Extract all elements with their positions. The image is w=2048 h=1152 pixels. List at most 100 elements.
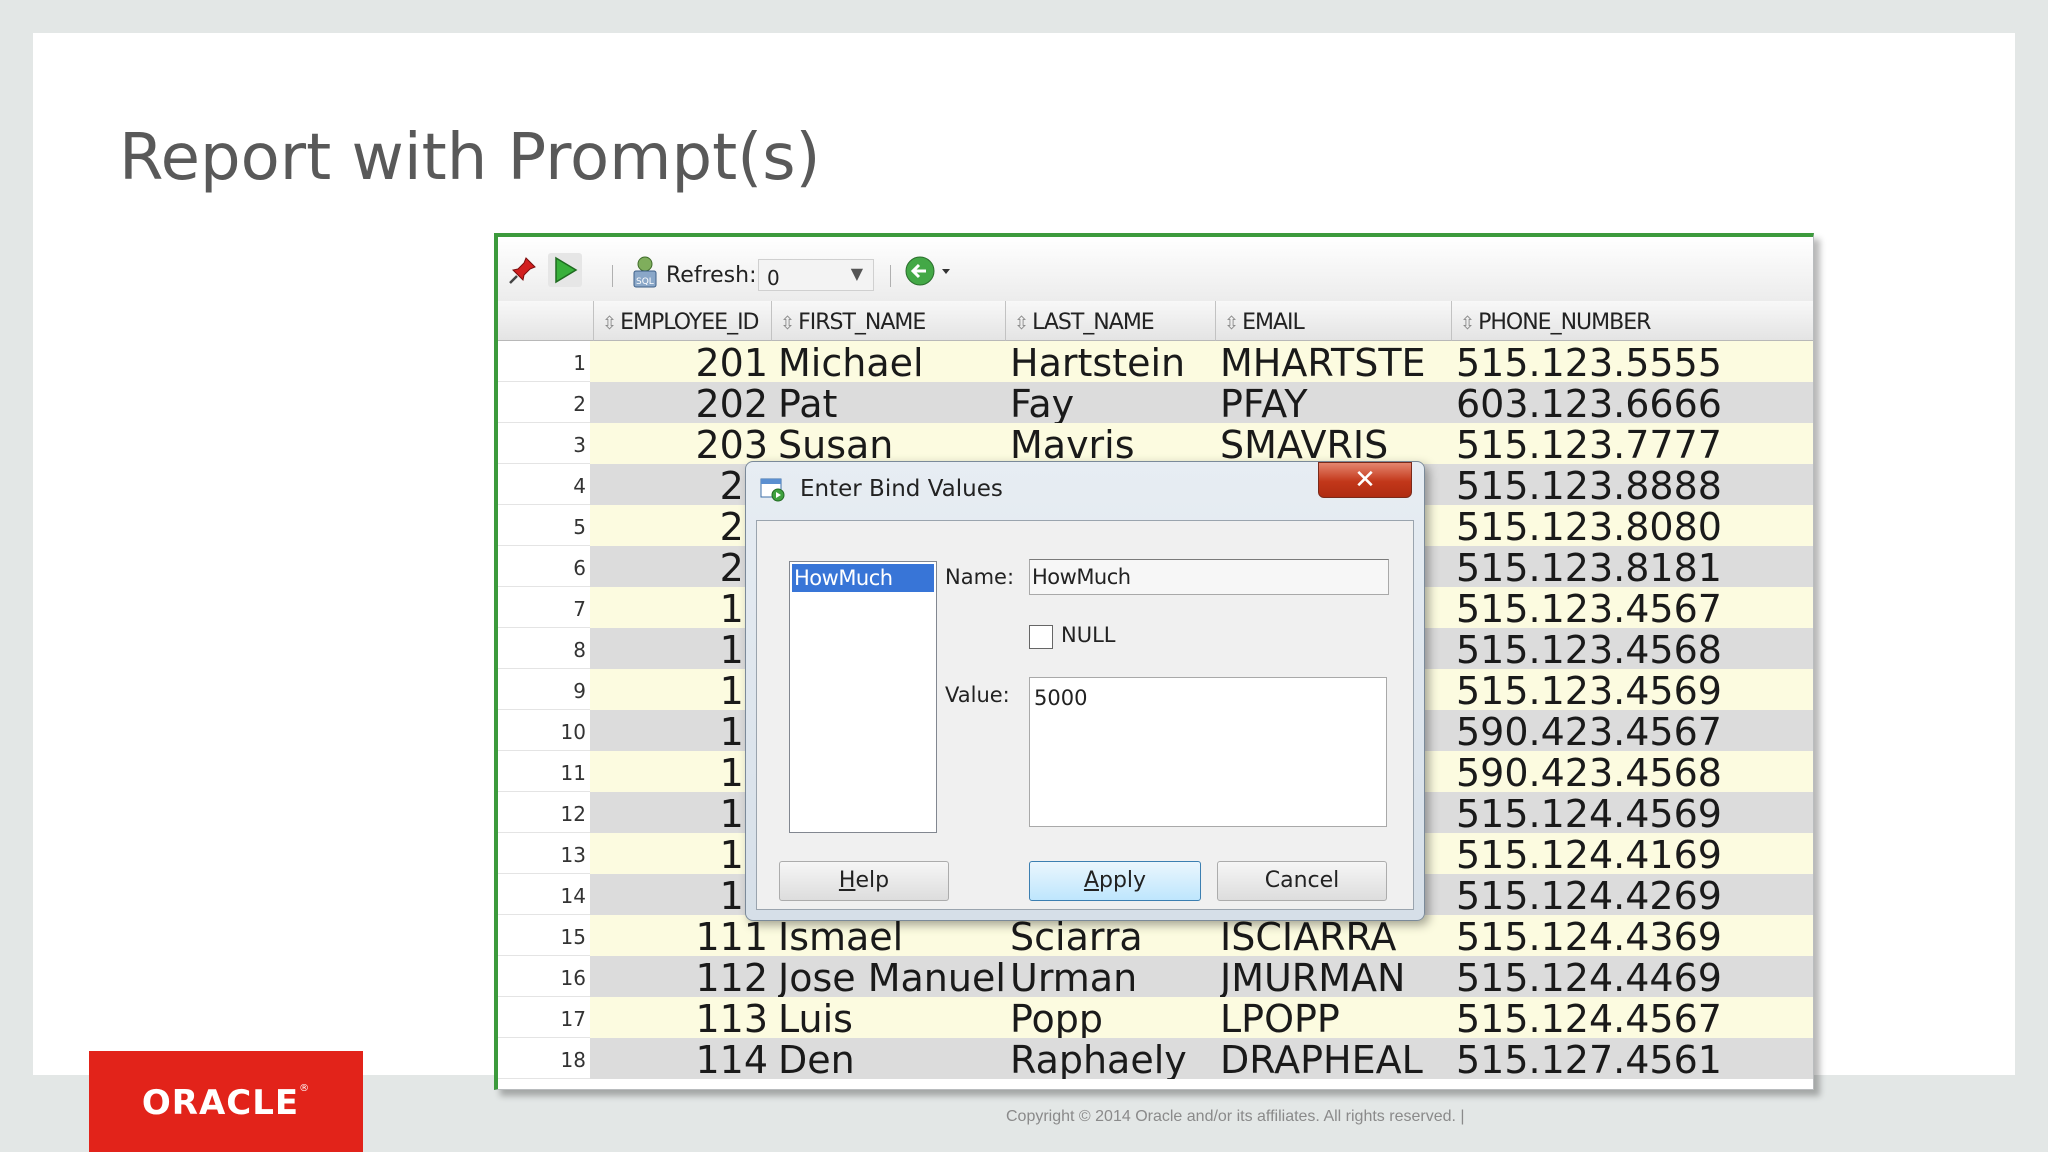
table-row[interactable]: 16 112 Jose Manuel Urman JMURMAN 515.124.4469 xyxy=(498,956,1813,997)
cell-first-name[interactable]: Michael xyxy=(778,341,1004,382)
run-icon[interactable] xyxy=(548,253,582,293)
apply-button[interactable]: Apply xyxy=(1029,861,1201,901)
cell-last-name[interactable]: Popp xyxy=(1010,997,1214,1038)
table-row[interactable]: 18 114 Den Raphaely DRAPHEAL 515.127.4561 xyxy=(498,1038,1813,1079)
help-button[interactable]: Help xyxy=(779,861,949,901)
cell-first-name[interactable]: Pat xyxy=(778,382,1004,423)
cell-first-name[interactable]: Susan xyxy=(778,423,1004,464)
cancel-button-label: Cancel xyxy=(1264,868,1340,893)
cell-employee-id[interactable]: 20 xyxy=(594,546,768,587)
cell-employee-id[interactable]: 10 xyxy=(594,587,768,628)
row-number: 18 xyxy=(498,1038,590,1079)
row-number: 15 xyxy=(498,915,590,956)
cell-phone-number[interactable]: 515.123.4568 xyxy=(1456,628,1812,669)
refresh-interval-select[interactable]: 0 ▼ xyxy=(758,259,874,291)
cell-phone-number[interactable]: 515.123.4567 xyxy=(1456,587,1812,628)
cell-employee-id[interactable]: 20 xyxy=(594,505,768,546)
cell-phone-number[interactable]: 515.123.8080 xyxy=(1456,505,1812,546)
cell-phone-number[interactable]: 515.124.4567 xyxy=(1456,997,1812,1038)
cell-phone-number[interactable]: 515.124.4469 xyxy=(1456,956,1812,997)
cell-employee-id[interactable]: 10 xyxy=(594,751,768,792)
cell-phone-number[interactable]: 515.127.4561 xyxy=(1456,1038,1812,1079)
cell-phone-number[interactable]: 515.124.4569 xyxy=(1456,792,1812,833)
column-header-phone-number[interactable]: ⇳ PHONE_NUMBER xyxy=(1452,301,1813,341)
row-number: 17 xyxy=(498,997,590,1038)
pin-icon[interactable] xyxy=(508,255,538,291)
cell-first-name[interactable]: Ismael xyxy=(778,915,1004,956)
column-header-employee-id[interactable]: ⇳ EMPLOYEE_ID xyxy=(594,301,772,341)
cell-last-name[interactable]: Urman xyxy=(1010,956,1214,997)
cell-email[interactable]: MHARTSTE xyxy=(1220,341,1450,382)
row-number: 7 xyxy=(498,587,590,628)
name-field[interactable]: HowMuch xyxy=(1029,559,1389,595)
cell-phone-number[interactable]: 515.124.4169 xyxy=(1456,833,1812,874)
cell-employee-id[interactable]: 10 xyxy=(594,833,768,874)
cell-first-name[interactable]: Jose Manuel xyxy=(778,956,1004,997)
cell-employee-id[interactable]: 10 xyxy=(594,792,768,833)
table-row[interactable]: 17 113 Luis Popp LPOPP 515.124.4567 xyxy=(498,997,1813,1038)
cell-employee-id[interactable]: 203 xyxy=(594,423,768,464)
cell-last-name[interactable]: Sciarra xyxy=(1010,915,1214,956)
cell-phone-number[interactable]: 590.423.4567 xyxy=(1456,710,1812,751)
cell-email[interactable]: ISCIARRA xyxy=(1220,915,1450,956)
cell-first-name[interactable]: Den xyxy=(778,1038,1004,1079)
cell-email[interactable]: DRAPHEAL xyxy=(1220,1038,1450,1079)
row-number: 8 xyxy=(498,628,590,669)
cell-phone-number[interactable]: 603.123.6666 xyxy=(1456,382,1812,423)
bind-variable-list[interactable]: HowMuch xyxy=(789,561,937,833)
null-checkbox[interactable] xyxy=(1029,625,1053,649)
cell-employee-id[interactable]: 111 xyxy=(594,915,768,956)
cell-employee-id[interactable]: 10 xyxy=(594,669,768,710)
refresh-label: Refresh: xyxy=(666,263,757,288)
slide-title: Report with Prompt(s) xyxy=(119,121,821,195)
row-number: 1 xyxy=(498,341,590,382)
cell-phone-number[interactable]: 515.123.5555 xyxy=(1456,341,1812,382)
back-arrow-icon[interactable] xyxy=(904,255,956,293)
cell-employee-id[interactable]: 11 xyxy=(594,874,768,915)
column-header-email[interactable]: ⇳ EMAIL xyxy=(1216,301,1452,341)
cell-employee-id[interactable]: 112 xyxy=(594,956,768,997)
registered-mark: ® xyxy=(299,1083,311,1094)
cell-phone-number[interactable]: 515.123.8181 xyxy=(1456,546,1812,587)
cell-employee-id[interactable]: 10 xyxy=(594,628,768,669)
cell-email[interactable]: PFAY xyxy=(1220,382,1450,423)
sort-icon: ⇳ xyxy=(780,313,795,334)
null-label: NULL xyxy=(1061,623,1116,647)
table-row[interactable]: 3 203 Susan Mavris SMAVRIS 515.123.7777 xyxy=(498,423,1813,464)
cell-phone-number[interactable]: 515.124.4369 xyxy=(1456,915,1812,956)
cell-email[interactable]: JMURMAN xyxy=(1220,956,1450,997)
cell-email[interactable]: LPOPP xyxy=(1220,997,1450,1038)
cell-last-name[interactable]: Fay xyxy=(1010,382,1214,423)
cell-employee-id[interactable]: 113 xyxy=(594,997,768,1038)
table-row[interactable]: 15 111 Ismael Sciarra ISCIARRA 515.124.4369 xyxy=(498,915,1813,956)
close-button[interactable]: ✕ xyxy=(1318,462,1412,498)
cell-employee-id[interactable]: 20 xyxy=(594,464,768,505)
cell-phone-number[interactable]: 590.423.4568 xyxy=(1456,751,1812,792)
table-row[interactable]: 2 202 Pat Fay PFAY 603.123.6666 xyxy=(498,382,1813,423)
cell-last-name[interactable]: Raphaely xyxy=(1010,1038,1214,1079)
table-row[interactable]: 1 201 Michael Hartstein MHARTSTE 515.123.5555 xyxy=(498,341,1813,382)
bind-variable-item[interactable]: HowMuch xyxy=(792,564,934,592)
cell-phone-number[interactable]: 515.123.4569 xyxy=(1456,669,1812,710)
cell-last-name[interactable]: Hartstein xyxy=(1010,341,1214,382)
column-header-first-name[interactable]: ⇳ FIRST_NAME xyxy=(772,301,1006,341)
cell-last-name[interactable]: Mavris xyxy=(1010,423,1214,464)
cell-email[interactable]: SMAVRIS xyxy=(1220,423,1450,464)
column-header-last-name[interactable]: ⇳ LAST_NAME xyxy=(1006,301,1216,341)
cell-phone-number[interactable]: 515.123.7777 xyxy=(1456,423,1812,464)
value-textarea[interactable]: 5000 xyxy=(1029,677,1387,827)
cell-first-name[interactable]: Luis xyxy=(778,997,1004,1038)
cell-employee-id[interactable]: 10 xyxy=(594,710,768,751)
row-number: 5 xyxy=(498,505,590,546)
cell-phone-number[interactable]: 515.124.4269 xyxy=(1456,874,1812,915)
cancel-button[interactable]: Cancel xyxy=(1217,861,1387,901)
cell-employee-id[interactable]: 201 xyxy=(594,341,768,382)
row-number: 14 xyxy=(498,874,590,915)
close-icon: ✕ xyxy=(1354,465,1376,495)
cell-employee-id[interactable]: 202 xyxy=(594,382,768,423)
cell-employee-id[interactable]: 114 xyxy=(594,1038,768,1079)
help-button-label: Help xyxy=(838,868,890,893)
cell-phone-number[interactable]: 515.123.8888 xyxy=(1456,464,1812,505)
row-number: 12 xyxy=(498,792,590,833)
slide: Report with Prompt(s) SQL Refresh: 0 ▼ ⇳… xyxy=(33,33,2015,1090)
